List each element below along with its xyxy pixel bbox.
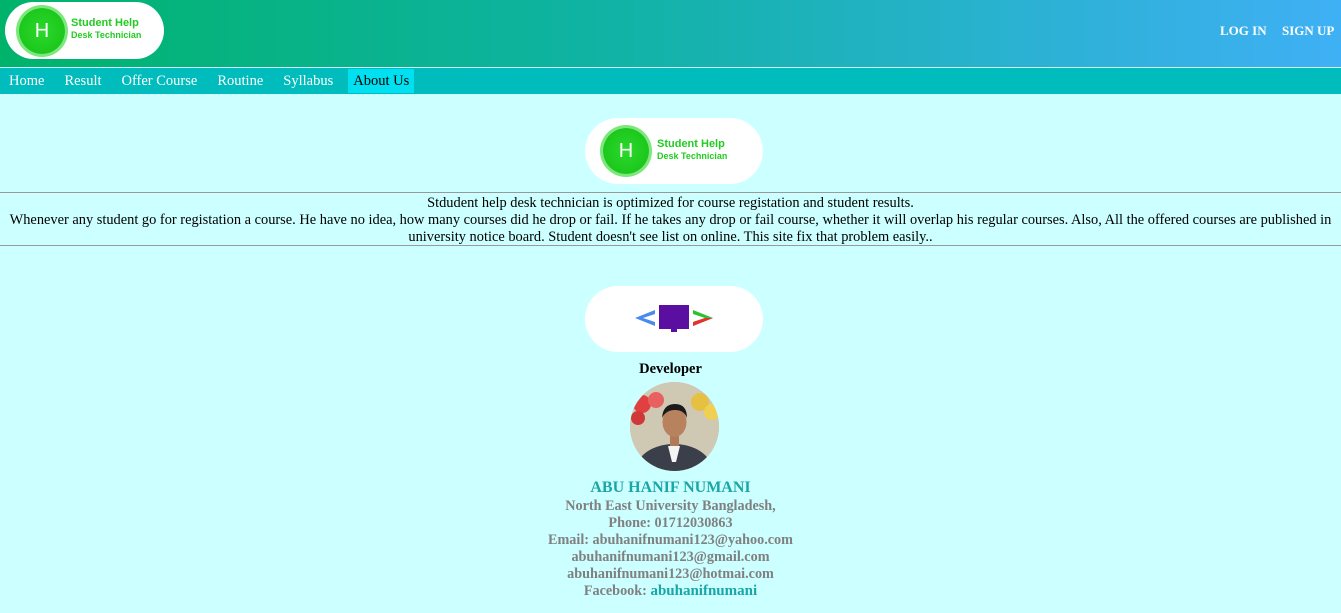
facebook-label: Facebook: xyxy=(583,583,647,599)
developer-university: North East University Bangladesh, xyxy=(565,498,776,514)
facebook-link[interactable]: abuhanifnumani xyxy=(650,583,757,599)
nav-home[interactable]: Home xyxy=(4,69,49,93)
about-logo: H Student Help Desk Technician xyxy=(585,118,763,184)
brand-name: Student Help Desk Technician xyxy=(71,17,142,40)
person-photo-icon xyxy=(630,382,719,471)
divider-bottom xyxy=(0,245,1341,246)
developer-facebook: Facebook: abuhanifnumani xyxy=(0,583,1341,600)
developer-name: ABU HANIF NUMANI xyxy=(590,479,751,496)
developer-avatar xyxy=(630,382,719,471)
about-line-2: Whenever any student go for registation … xyxy=(9,212,1332,245)
logo-badge-icon: H xyxy=(603,128,649,174)
divider-top xyxy=(0,192,1341,193)
nav-about-us[interactable]: About Us xyxy=(348,69,415,93)
developer-logo xyxy=(585,286,763,352)
developer-phone: Phone: 01712030863 xyxy=(608,515,733,531)
nav-routine[interactable]: Routine xyxy=(212,69,268,93)
about-description: Stdudent help desk technician is optimiz… xyxy=(8,195,1333,246)
developer-email-gmail: abuhanifnumani123@gmail.com xyxy=(571,549,770,565)
nav-offer-course[interactable]: Offer Course xyxy=(117,69,203,93)
about-logo-text: Student Help Desk Technician xyxy=(657,138,728,161)
main-nav: Home Result Offer Course Routine Syllabu… xyxy=(0,68,1341,94)
nav-syllabus[interactable]: Syllabus xyxy=(278,69,338,93)
logo-badge-icon: H xyxy=(19,8,65,54)
brand-logo[interactable]: H Student Help Desk Technician xyxy=(5,2,164,59)
signup-link[interactable]: SIGN UP xyxy=(1282,23,1334,39)
about-line-1: Stdudent help desk technician is optimiz… xyxy=(427,195,914,211)
developer-email-hotmail: abuhanifnumani123@hotmai.com xyxy=(567,566,774,582)
nav-result[interactable]: Result xyxy=(59,69,106,93)
login-link[interactable]: LOG IN xyxy=(1220,23,1267,39)
top-header: H Student Help Desk Technician LOG IN SI… xyxy=(0,0,1341,67)
code-monitor-icon xyxy=(635,305,713,332)
developer-heading: Developer xyxy=(639,361,702,377)
developer-email-yahoo: Email: abuhanifnumani123@yahoo.com xyxy=(548,532,793,548)
